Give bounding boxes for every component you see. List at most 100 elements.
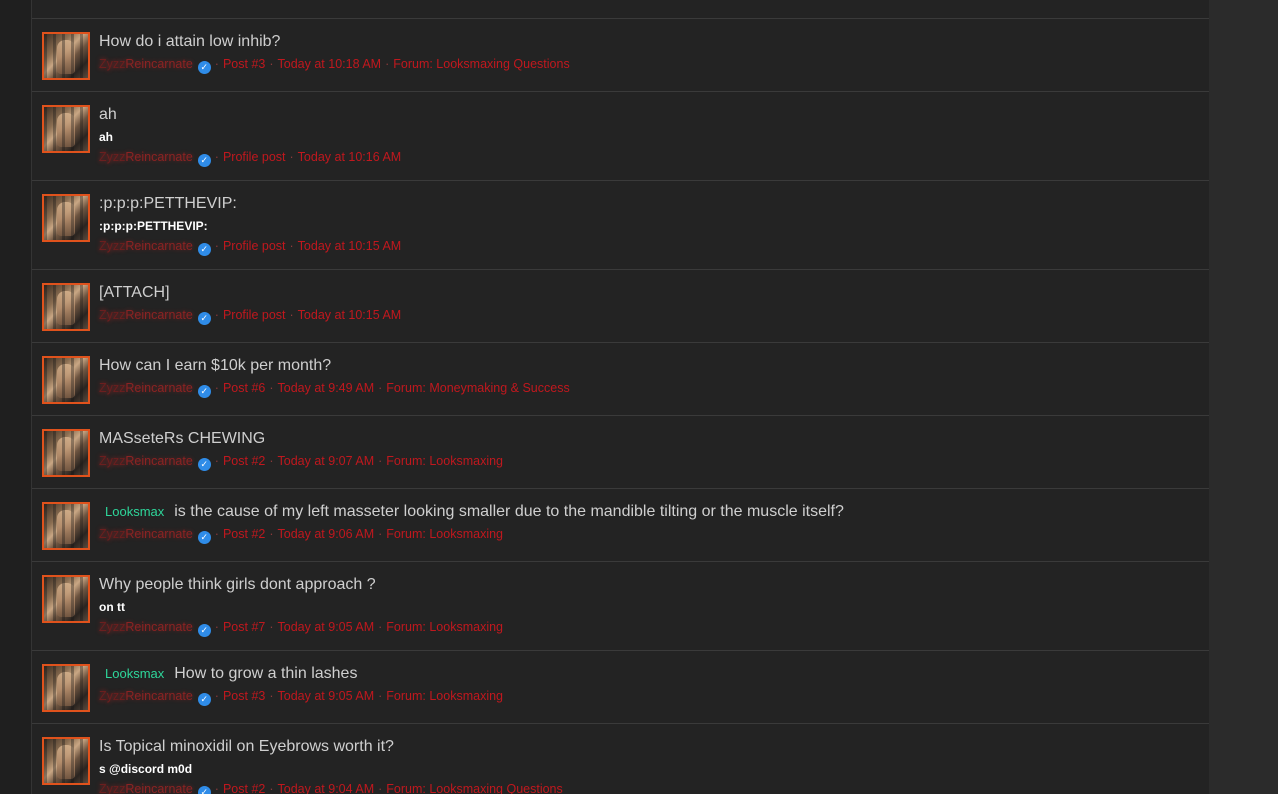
list-item[interactable]: Looksmax is the cause of my left masseter… [32,489,1210,562]
avatar[interactable] [42,737,90,785]
post-timestamp[interactable]: Today at 9:05 AM [278,620,375,634]
right-gutter [1209,0,1278,794]
post-timestamp[interactable]: Today at 9:07 AM [278,454,375,468]
post-type-link[interactable]: Post #2 [223,527,265,541]
forum-link[interactable]: Forum: Looksmaxing [386,454,503,468]
post-timestamp[interactable]: Today at 9:49 AM [278,381,375,395]
avatar[interactable] [42,429,90,477]
avatar[interactable] [42,502,90,550]
post-timestamp[interactable]: Today at 10:15 AM [298,239,402,253]
post-timestamp[interactable]: Today at 9:05 AM [278,689,375,703]
avatar-overlay [44,739,88,783]
check-badge-icon: ✓ [197,624,211,637]
item-title-link[interactable]: ah [99,106,117,123]
avatar[interactable] [42,575,90,623]
username-link[interactable]: ZyzzReincarnate [99,57,193,71]
username-link[interactable]: ZyzzReincarnate [99,308,193,322]
item-title-link[interactable]: [ATTACH] [99,284,170,301]
meta-separator: · [214,782,219,794]
forum-link[interactable]: Forum: Looksmaxing [386,527,503,541]
forum-link[interactable]: Forum: Looksmaxing [386,689,503,703]
post-type-link[interactable]: Post #2 [223,454,265,468]
list-item[interactable]: Why people think girls dont approach ? on… [32,562,1210,651]
list-item[interactable]: [ATTACH] ZyzzReincarnate ✓ · Profile post · To… [32,270,1210,343]
post-type-link[interactable]: Post #3 [223,689,265,703]
item-title-link[interactable]: How do i attain low inhib? [99,33,280,50]
username-part-2: Reincarnate [125,381,193,395]
list-item[interactable]: ah ah ZyzzReincarnate ✓ · Profile post · Today … [32,92,1210,181]
list-item[interactable]: MASseteRs CHEWING ZyzzReincarnate ✓ · Post #… [32,416,1210,489]
check-badge-icon: ✓ [197,61,211,74]
post-type-link[interactable]: Post #6 [223,381,265,395]
username-link[interactable]: ZyzzReincarnate [99,454,193,468]
username-part-2: Reincarnate [125,620,193,634]
username-link[interactable]: ZyzzReincarnate [99,381,193,395]
item-title-link[interactable]: is the cause of my left masseter looking… [174,503,844,520]
post-type-link[interactable]: Profile post [223,150,286,164]
check-badge-icon: ✓ [197,385,211,398]
list-item[interactable]: Looksmax How to grow a thin lashes ZyzzRei… [32,651,1210,724]
username-link[interactable]: ZyzzReincarnate [99,620,193,634]
forum-link[interactable]: Forum: Looksmaxing Questions [393,57,569,71]
avatar[interactable] [42,356,90,404]
item-snippet: :p:p:p:PETTHEVIP: [99,219,208,233]
username-link[interactable]: ZyzzReincarnate [99,527,193,541]
item-meta: ZyzzReincarnate ✓ · Profile post · Today at 1… [99,238,1200,256]
thread-prefix-label[interactable]: Looksmax [99,664,170,684]
item-title-link[interactable]: How can I earn $10k per month? [99,357,331,374]
check-badge-icon: ✓ [197,693,211,706]
item-meta: ZyzzReincarnate ✓ · Post #6 · Today at 9:49 A… [99,380,1200,398]
username-link[interactable]: ZyzzReincarnate [99,150,193,164]
activity-feed: ZyzzReincarnate✓·Post #3·Today at 4:26 P… [31,0,1211,794]
meta-separator: · [378,454,383,468]
thread-prefix-label[interactable]: Looksmax [99,502,170,522]
list-item[interactable]: :p:p:p:PETTHEVIP::p:p:p:PETTHEVIP: ZyzzRe… [32,181,1210,270]
post-timestamp[interactable]: Today at 9:04 AM [278,782,375,794]
avatar[interactable] [42,664,90,712]
forum-link[interactable]: Forum: Moneymaking & Success [386,381,569,395]
meta-separator: · [378,620,383,634]
post-type-link[interactable]: Post #7 [223,620,265,634]
post-timestamp[interactable]: Today at 10:18 AM [278,57,382,71]
avatar[interactable] [42,32,90,80]
username-link[interactable]: ZyzzReincarnate [99,782,193,794]
forum-link[interactable]: Forum: Looksmaxing Questions [386,782,562,794]
avatar-overlay [44,358,88,402]
post-timestamp[interactable]: Today at 10:16 AM [298,150,402,164]
meta-separator: · [269,620,274,634]
post-type-link[interactable]: Post #2 [223,782,265,794]
item-title-link[interactable]: :p:p:p:PETTHEVIP: [99,195,237,212]
item-title-link[interactable]: Why people think girls dont approach ? [99,576,376,593]
username-part-1: Zyzz [99,454,126,468]
post-type-link[interactable]: Post #3 [223,57,265,71]
username-link[interactable]: ZyzzReincarnate [99,689,193,703]
meta-separator: · [378,381,383,395]
username-link[interactable]: ZyzzReincarnate [99,239,193,253]
list-item[interactable]: Is Topical minoxidil on Eyebrows worth i… [32,724,1210,794]
avatar-overlay [44,666,88,710]
avatar[interactable] [42,105,90,153]
meta-separator: · [214,308,219,322]
forum-link[interactable]: Forum: Looksmaxing [386,620,503,634]
item-title-link[interactable]: MASseteRs CHEWING [99,430,265,447]
avatar[interactable] [42,283,90,331]
meta-separator: · [214,239,219,253]
list-item[interactable]: ZyzzReincarnate✓·Post #3·Today at 4:26 P… [32,0,1210,19]
item-meta: ZyzzReincarnate ✓ · Post #3 · Today at 9:05 A… [99,688,1200,706]
post-type-link[interactable]: Profile post [223,239,286,253]
item-title-link[interactable]: How to grow a thin lashes [174,665,357,682]
list-item[interactable]: How do i attain low inhib? ZyzzReincarnat… [32,19,1210,92]
meta-separator: · [269,782,274,794]
post-timestamp[interactable]: Today at 10:15 AM [298,308,402,322]
item-title-line: Why people think girls dont approach ? [99,575,1200,595]
post-type-link[interactable]: Profile post [223,308,286,322]
post-timestamp[interactable]: Today at 9:06 AM [278,527,375,541]
list-item[interactable]: How can I earn $10k per month? ZyzzReinca… [32,343,1210,416]
item-title-link[interactable]: Is Topical minoxidil on Eyebrows worth i… [99,738,394,755]
username-part-1: Zyzz [99,308,126,322]
check-badge-icon: ✓ [197,458,211,471]
meta-separator: · [269,689,274,703]
item-title-line: MASseteRs CHEWING [99,429,1200,449]
meta-separator: · [385,57,390,71]
avatar[interactable] [42,194,90,242]
